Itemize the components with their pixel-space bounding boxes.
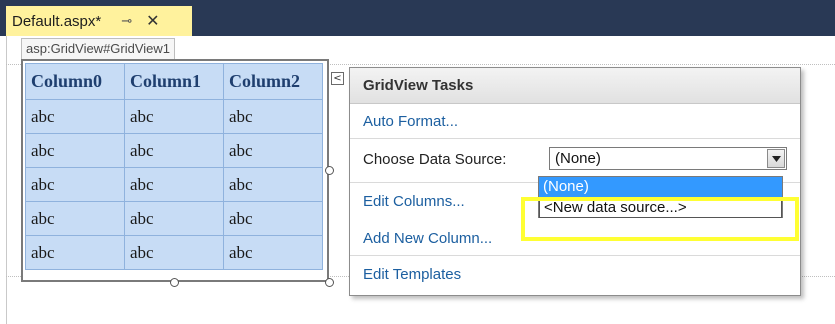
header-row: Column0 Column1 Column2 [25,63,323,100]
table-cell: abc [25,235,125,270]
table-cell: abc [223,133,323,168]
table-cell: abc [223,167,323,202]
document-tab-bar: Default.aspx* ⊸ ✕ [0,0,835,36]
table-row: abc abc abc [25,167,323,202]
tab-default-aspx[interactable]: Default.aspx* ⊸ ✕ [6,6,192,36]
panel-title: GridView Tasks [350,68,800,104]
chevron-down-icon[interactable] [767,149,785,168]
choose-data-source-label: Choose Data Source: [363,151,507,168]
table-cell: abc [124,235,224,270]
table-cell: abc [124,167,224,202]
add-new-column-link[interactable]: Add New Column... [363,230,492,247]
table-cell: abc [124,99,224,134]
gridview-table: Column0 Column1 Column2 abc abc abc abc … [25,63,323,270]
table-cell: abc [25,99,125,134]
resize-handle-bottom[interactable] [170,278,179,287]
select-value: (None) [555,150,601,167]
column-header: Column1 [124,63,224,100]
table-cell: abc [25,167,125,202]
edit-columns-link[interactable]: Edit Columns... [363,193,465,210]
data-source-select[interactable]: (None) [549,147,787,170]
resize-handle-corner[interactable] [325,278,334,287]
resize-handle-right[interactable] [325,166,334,175]
column-header: Column2 [223,63,323,100]
smart-tag-collapse-icon[interactable]: < [331,72,344,85]
table-cell: abc [223,235,323,270]
divider [350,138,800,139]
column-header: Column0 [25,63,125,100]
divider [350,255,800,256]
edit-templates-link[interactable]: Edit Templates [363,266,461,283]
control-tag-label: asp:GridView#GridView1 [21,38,176,59]
option-none[interactable]: (None) [539,177,782,197]
pin-icon[interactable]: ⊸ [121,13,132,29]
table-row: abc abc abc [25,201,323,236]
close-icon[interactable]: ✕ [146,11,159,31]
table-cell: abc [124,201,224,236]
table-row: abc abc abc [25,235,323,270]
table-cell: abc [223,99,323,134]
table-row: abc abc abc [25,99,323,134]
table-cell: abc [25,201,125,236]
table-row: abc abc abc [25,133,323,168]
gridview-control[interactable]: Column0 Column1 Column2 abc abc abc abc … [21,59,329,282]
left-margin-line [6,36,7,324]
highlight-box [521,197,799,241]
table-cell: abc [124,133,224,168]
table-cell: abc [25,133,125,168]
table-cell: abc [223,201,323,236]
tab-title: Default.aspx* [12,12,102,30]
auto-format-link[interactable]: Auto Format... [363,113,458,130]
